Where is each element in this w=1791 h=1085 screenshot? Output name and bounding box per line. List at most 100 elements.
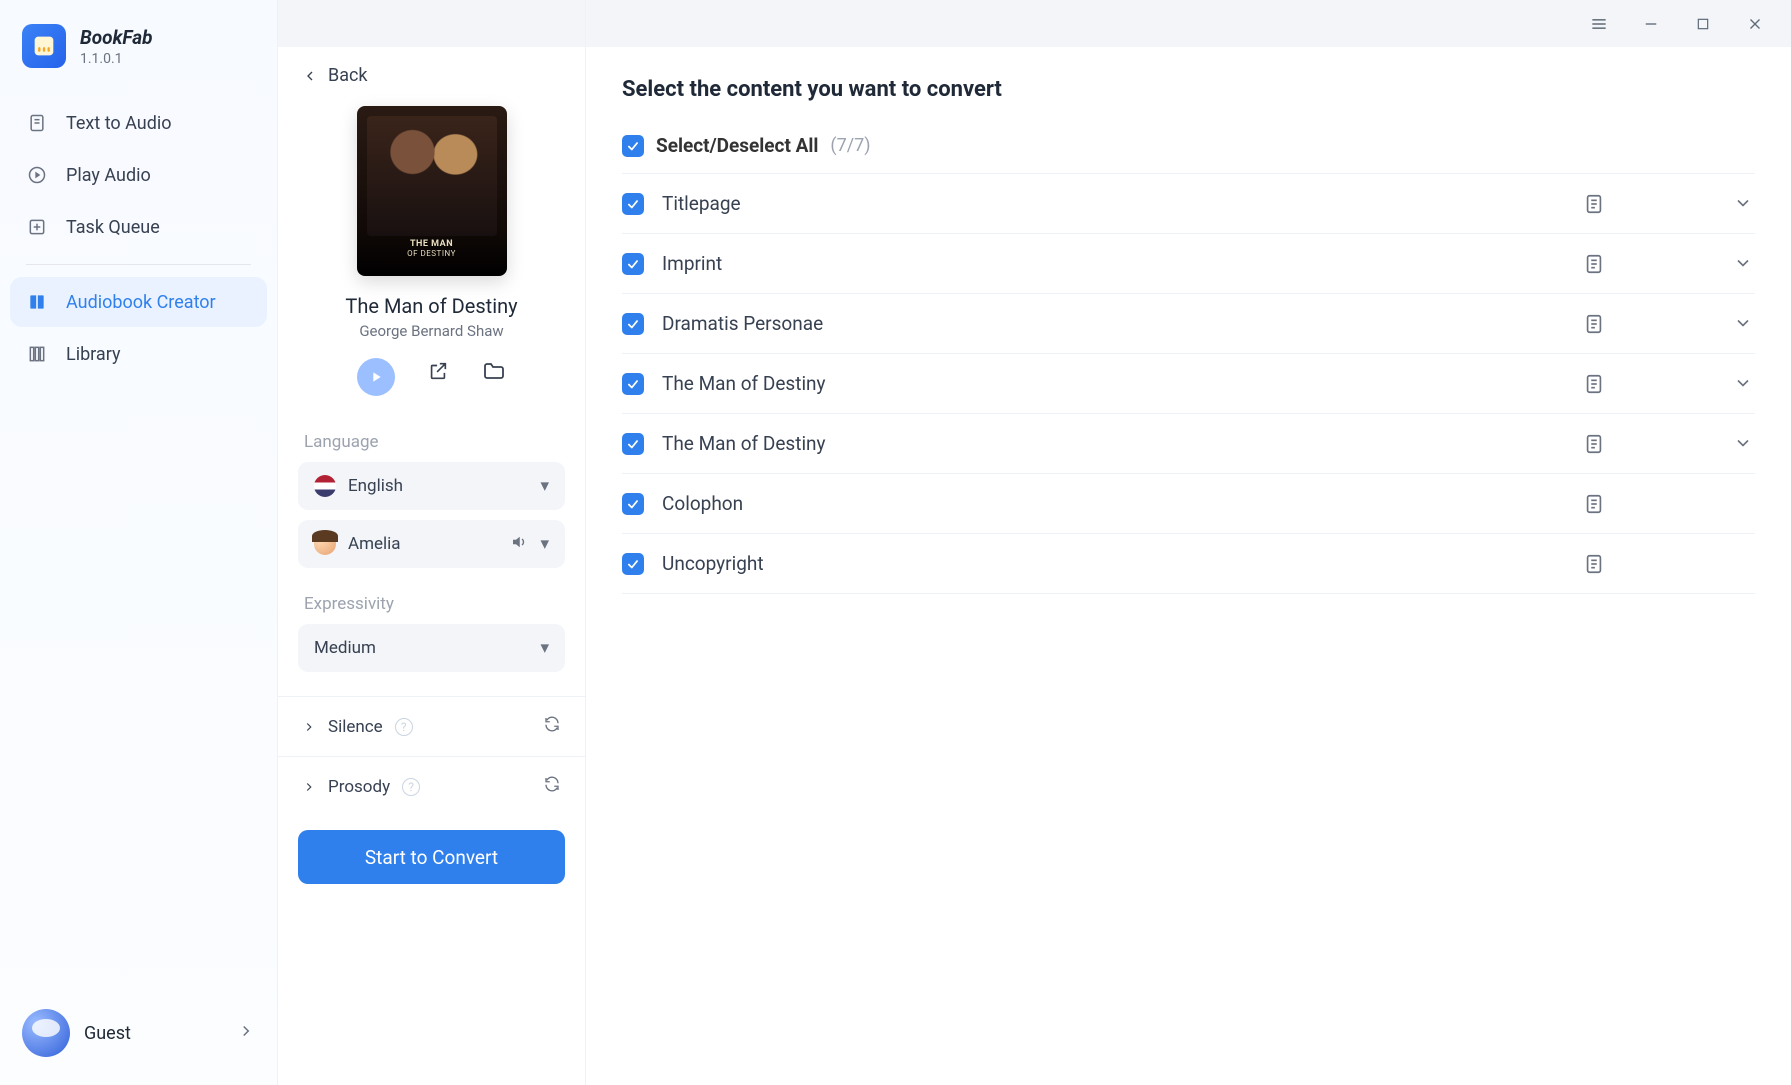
page-title: Select the content you want to convert: [622, 77, 1755, 102]
preview-play-button[interactable]: [357, 358, 395, 396]
book-cover: THE MANOF DESTINY: [357, 106, 507, 276]
avatar: [22, 1009, 70, 1057]
content-panel: Select the content you want to convert S…: [586, 0, 1791, 1085]
language-value: English: [348, 476, 403, 496]
config-panel: Back THE MANOF DESTINY The Man of Destin…: [278, 0, 586, 1085]
content-checkbox[interactable]: [622, 313, 644, 335]
content-row: Colophon: [622, 474, 1755, 534]
content-row: Imprint: [622, 234, 1755, 294]
preview-text-button[interactable]: [1583, 553, 1605, 575]
content-row: The Man of Destiny: [622, 354, 1755, 414]
content-row: The Man of Destiny: [622, 414, 1755, 474]
help-icon[interactable]: ?: [402, 778, 420, 796]
maximize-button[interactable]: [1677, 0, 1729, 47]
preview-text-button[interactable]: [1583, 193, 1605, 215]
preview-text-button[interactable]: [1583, 313, 1605, 335]
sound-icon[interactable]: [510, 533, 528, 556]
preview-text-button[interactable]: [1583, 433, 1605, 455]
expand-button[interactable]: [1733, 253, 1755, 275]
content-checkbox[interactable]: [622, 373, 644, 395]
select-all-label: Select/Deselect All: [656, 134, 818, 157]
book-title: The Man of Destiny: [345, 294, 517, 318]
close-button[interactable]: [1729, 0, 1781, 47]
content-checkbox[interactable]: [622, 253, 644, 275]
voice-avatar-icon: [314, 533, 336, 555]
sidebar-item-label: Text to Audio: [66, 113, 172, 134]
content-label: The Man of Destiny: [662, 432, 1565, 455]
sidebar-item-label: Audiobook Creator: [66, 292, 216, 313]
select-all-checkbox[interactable]: [622, 135, 644, 157]
minimize-button[interactable]: [1625, 0, 1677, 47]
content-label: The Man of Destiny: [662, 372, 1565, 395]
sidebar-item-label: Task Queue: [66, 217, 160, 238]
document-icon: [1583, 493, 1605, 515]
select-all-row: Select/Deselect All (7/7): [622, 124, 1755, 174]
silence-accordion[interactable]: Silence ?: [278, 696, 585, 756]
external-link-icon: [427, 360, 449, 382]
sidebar-item-task-queue[interactable]: Task Queue: [10, 202, 267, 252]
content-label: Uncopyright: [662, 552, 1565, 575]
menu-icon: [1589, 14, 1609, 34]
chevron-right-icon: [302, 780, 316, 794]
refresh-button[interactable]: [543, 775, 561, 798]
user-account-row[interactable]: Guest: [0, 991, 277, 1085]
document-icon: [26, 112, 48, 134]
document-icon: [1583, 553, 1605, 575]
sidebar-item-label: Library: [66, 344, 121, 365]
book-author: George Bernard Shaw: [359, 322, 503, 340]
expand-button[interactable]: [1733, 193, 1755, 215]
content-label: Colophon: [662, 492, 1565, 515]
app-name: BookFab: [80, 26, 152, 49]
refresh-icon: [543, 775, 561, 793]
app-logo: BookFab 1.1.0.1: [0, 0, 277, 98]
open-folder-button[interactable]: [481, 358, 507, 384]
voice-select[interactable]: Amelia ▾: [298, 520, 565, 568]
caret-down-icon: ▾: [540, 534, 549, 554]
play-icon: [368, 369, 384, 385]
sidebar-item-label: Play Audio: [66, 165, 151, 186]
preview-text-button[interactable]: [1583, 253, 1605, 275]
sidebar-item-audiobook-creator[interactable]: Audiobook Creator: [10, 277, 267, 327]
chevron-down-icon: [1733, 193, 1753, 213]
maximize-icon: [1695, 16, 1711, 32]
caret-down-icon: ▾: [540, 476, 549, 496]
chevron-right-icon: [237, 1022, 255, 1044]
content-checkbox[interactable]: [622, 193, 644, 215]
folder-icon: [482, 359, 506, 383]
chevron-left-icon: [302, 68, 318, 84]
sidebar: BookFab 1.1.0.1 Text to Audio Play Audio…: [0, 0, 278, 1085]
sidebar-item-text-to-audio[interactable]: Text to Audio: [10, 98, 267, 148]
content-checkbox[interactable]: [622, 553, 644, 575]
start-convert-button[interactable]: Start to Convert: [298, 830, 565, 884]
expand-button[interactable]: [1733, 313, 1755, 335]
expressivity-select[interactable]: Medium ▾: [298, 624, 565, 672]
close-icon: [1746, 15, 1764, 33]
content-row: Uncopyright: [622, 534, 1755, 594]
content-checkbox[interactable]: [622, 433, 644, 455]
sidebar-item-play-audio[interactable]: Play Audio: [10, 150, 267, 200]
expand-button[interactable]: [1733, 373, 1755, 395]
chevron-right-icon: [302, 720, 316, 734]
sidebar-item-library[interactable]: Library: [10, 329, 267, 379]
hamburger-menu-button[interactable]: [1573, 0, 1625, 47]
chevron-down-icon: [1733, 253, 1753, 273]
document-icon: [1583, 433, 1605, 455]
chevron-down-icon: [1733, 373, 1753, 393]
preview-text-button[interactable]: [1583, 493, 1605, 515]
book-icon: [26, 291, 48, 313]
minimize-icon: [1642, 15, 1660, 33]
back-button[interactable]: Back: [278, 47, 585, 92]
open-external-button[interactable]: [425, 358, 451, 384]
expand-button[interactable]: [1733, 433, 1755, 455]
refresh-button[interactable]: [543, 715, 561, 738]
prosody-label: Prosody: [328, 777, 390, 797]
user-name: Guest: [84, 1023, 223, 1044]
preview-text-button[interactable]: [1583, 373, 1605, 395]
app-logo-icon: [22, 24, 66, 68]
document-icon: [1583, 373, 1605, 395]
content-checkbox[interactable]: [622, 493, 644, 515]
help-icon[interactable]: ?: [395, 718, 413, 736]
prosody-accordion[interactable]: Prosody ?: [278, 756, 585, 816]
app-version: 1.1.0.1: [80, 51, 152, 67]
language-select[interactable]: English ▾: [298, 462, 565, 510]
